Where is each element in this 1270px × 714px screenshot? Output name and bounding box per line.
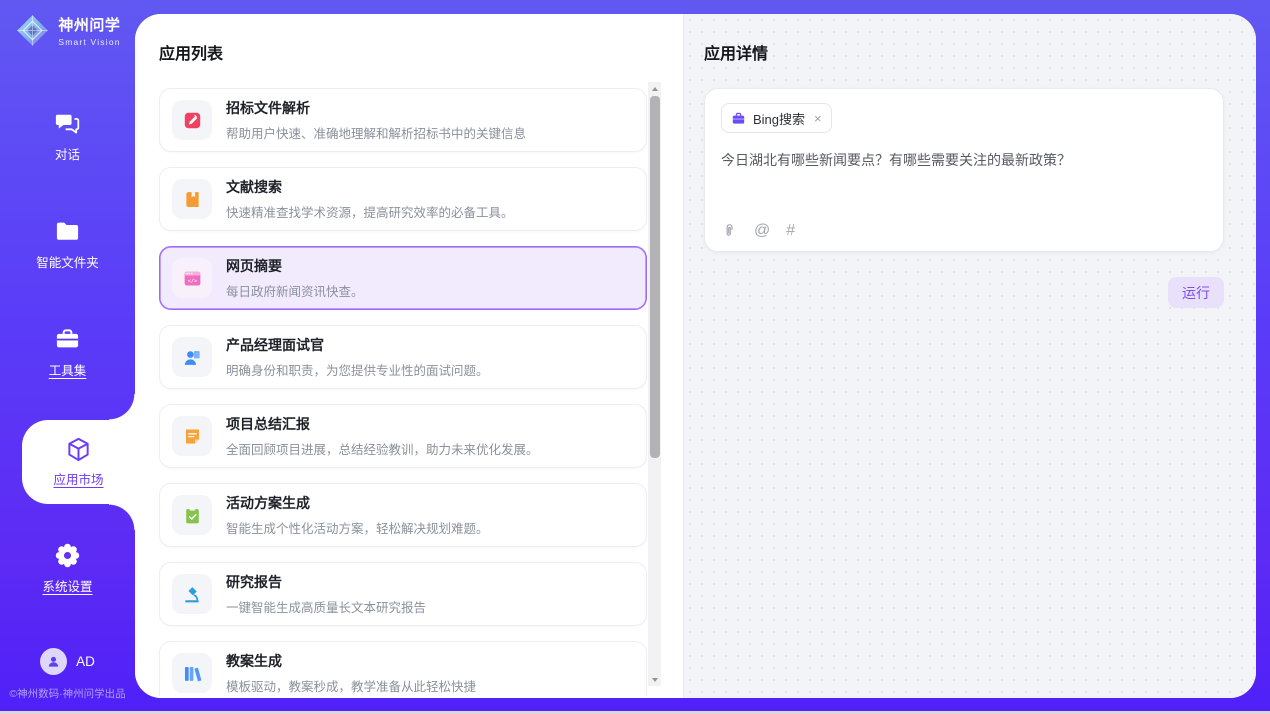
microscope-icon: [172, 574, 212, 614]
run-row: 运行: [704, 277, 1224, 308]
sidebar-item-label: 对话: [55, 144, 80, 163]
market-icon: [65, 436, 92, 463]
toolset-icon: [54, 326, 81, 353]
app-card[interactable]: 招标文件解析帮助用户快速、准确地理解和解析招标书中的关键信息: [159, 88, 647, 152]
tool-tag[interactable]: Bing搜索 ×: [721, 103, 832, 133]
app-card-title: 教案生成: [226, 651, 476, 671]
brand-logo: 神州问学 Smart Vision: [0, 12, 135, 49]
sidebar-item-label: 工具集: [49, 360, 87, 379]
app-detail-pane: 应用详情 Bing搜索 × 今日湖北有哪些新闻要点？有哪些需要关注的最新政策？: [683, 14, 1256, 698]
sidebar-item-folder[interactable]: 智能文件夹: [0, 218, 135, 271]
app-list-pane: 应用列表 招标文件解析帮助用户快速、准确地理解和解析招标书中的关键信息文献搜索快…: [135, 14, 683, 698]
scroll-up-button[interactable]: [648, 82, 661, 95]
triangle-down-icon: [652, 678, 658, 682]
tool-tag-label: Bing搜索: [753, 109, 805, 128]
sidebar-item-settings[interactable]: 系统设置: [0, 542, 135, 595]
prompt-card[interactable]: Bing搜索 × 今日湖北有哪些新闻要点？有哪些需要关注的最新政策？ @ #: [704, 88, 1224, 252]
sidebar-item-label: 智能文件夹: [36, 252, 99, 271]
person-icon: [172, 337, 212, 377]
app-card-title: 研究报告: [226, 572, 426, 592]
brand-subtitle: Smart Vision: [58, 37, 120, 47]
app-card-desc: 智能生成个性化活动方案，轻松解决规划难题。: [226, 518, 489, 537]
hash-icon[interactable]: #: [786, 223, 795, 239]
paperclip-icon[interactable]: [721, 222, 738, 239]
app-card[interactable]: 研究报告一键智能生成高质量长文本研究报告: [159, 562, 647, 626]
app-card-desc: 一键智能生成高质量长文本研究报告: [226, 597, 426, 616]
app-card-desc: 明确身份和职责，为您提供专业性的面试问题。: [226, 360, 489, 379]
triangle-up-icon: [652, 87, 658, 91]
prompt-toolbar: @ #: [721, 222, 795, 239]
app-card-title: 产品经理面试官: [226, 335, 489, 355]
user-initials: AD: [76, 654, 95, 669]
browser-icon: </>: [172, 258, 212, 298]
app-card[interactable]: 项目总结汇报全面回顾项目进展，总结经验教训，助力未来优化发展。: [159, 404, 647, 468]
app-card[interactable]: </> 网页摘要每日政府新闻资讯快查。: [159, 246, 647, 310]
app-list: 招标文件解析帮助用户快速、准确地理解和解析招标书中的关键信息文献搜索快速精准查找…: [159, 88, 647, 696]
note-icon: [172, 416, 212, 456]
sidebar-item-market[interactable]: 应用市场: [22, 420, 135, 504]
brand-gem-icon: [14, 12, 51, 49]
app-card-title: 文献搜索: [226, 177, 514, 197]
user-account[interactable]: AD: [0, 648, 135, 675]
tag-close-icon[interactable]: ×: [814, 111, 822, 126]
sidebar: 神州问学 Smart Vision 对话智能文件夹工具集应用市场系统设置 AD …: [0, 0, 135, 714]
app-card[interactable]: 文献搜索快速精准查找学术资源，提高研究效率的必备工具。: [159, 167, 647, 231]
settings-icon: [54, 542, 81, 569]
run-button[interactable]: 运行: [1168, 277, 1224, 308]
app-card-desc: 每日政府新闻资讯快查。: [226, 281, 364, 300]
app-detail-title: 应用详情: [704, 40, 1224, 64]
scrollbar[interactable]: [648, 82, 661, 686]
app-card-title: 招标文件解析: [226, 98, 526, 118]
pen-icon: [172, 100, 212, 140]
app-card-title: 活动方案生成: [226, 493, 489, 513]
app-card[interactable]: 产品经理面试官明确身份和职责，为您提供专业性的面试问题。: [159, 325, 647, 389]
copyright: ©神州数码·神州问学出品: [0, 686, 135, 701]
book-icon: [172, 179, 212, 219]
brand-name: 神州问学: [58, 14, 120, 35]
folder-icon: [54, 218, 81, 245]
scrollbar-thumb[interactable]: [650, 96, 660, 458]
briefcase-icon: [731, 111, 746, 126]
books-icon: [172, 653, 212, 693]
app-card-desc: 快速精准查找学术资源，提高研究效率的必备工具。: [226, 202, 514, 221]
app-card-title: 项目总结汇报: [226, 414, 539, 434]
avatar: [40, 648, 67, 675]
sidebar-item-label: 系统设置: [42, 576, 92, 595]
sidebar-item-toolset[interactable]: 工具集: [0, 326, 135, 379]
sidebar-item-chat[interactable]: 对话: [0, 110, 135, 163]
svg-text:</>: </>: [187, 278, 198, 284]
app-card-title: 网页摘要: [226, 256, 364, 276]
app-list-title: 应用列表: [159, 40, 683, 64]
app-card-desc: 模板驱动，教案秒成，教学准备从此轻松快捷: [226, 676, 476, 695]
content-panel: 应用列表 招标文件解析帮助用户快速、准确地理解和解析招标书中的关键信息文献搜索快…: [135, 14, 1256, 698]
sidebar-item-label: 应用市场: [53, 469, 103, 488]
clipboard-icon: [172, 495, 212, 535]
app-card-desc: 帮助用户快速、准确地理解和解析招标书中的关键信息: [226, 123, 526, 142]
scroll-down-button[interactable]: [648, 673, 661, 686]
query-text[interactable]: 今日湖北有哪些新闻要点？有哪些需要关注的最新政策？: [721, 150, 1207, 171]
at-icon[interactable]: @: [754, 223, 770, 239]
app-card[interactable]: 教案生成模板驱动，教案秒成，教学准备从此轻松快捷: [159, 641, 647, 696]
app-card-desc: 全面回顾项目进展，总结经验教训，助力未来优化发展。: [226, 439, 539, 458]
app-card[interactable]: 活动方案生成智能生成个性化活动方案，轻松解决规划难题。: [159, 483, 647, 547]
chat-icon: [54, 110, 81, 137]
